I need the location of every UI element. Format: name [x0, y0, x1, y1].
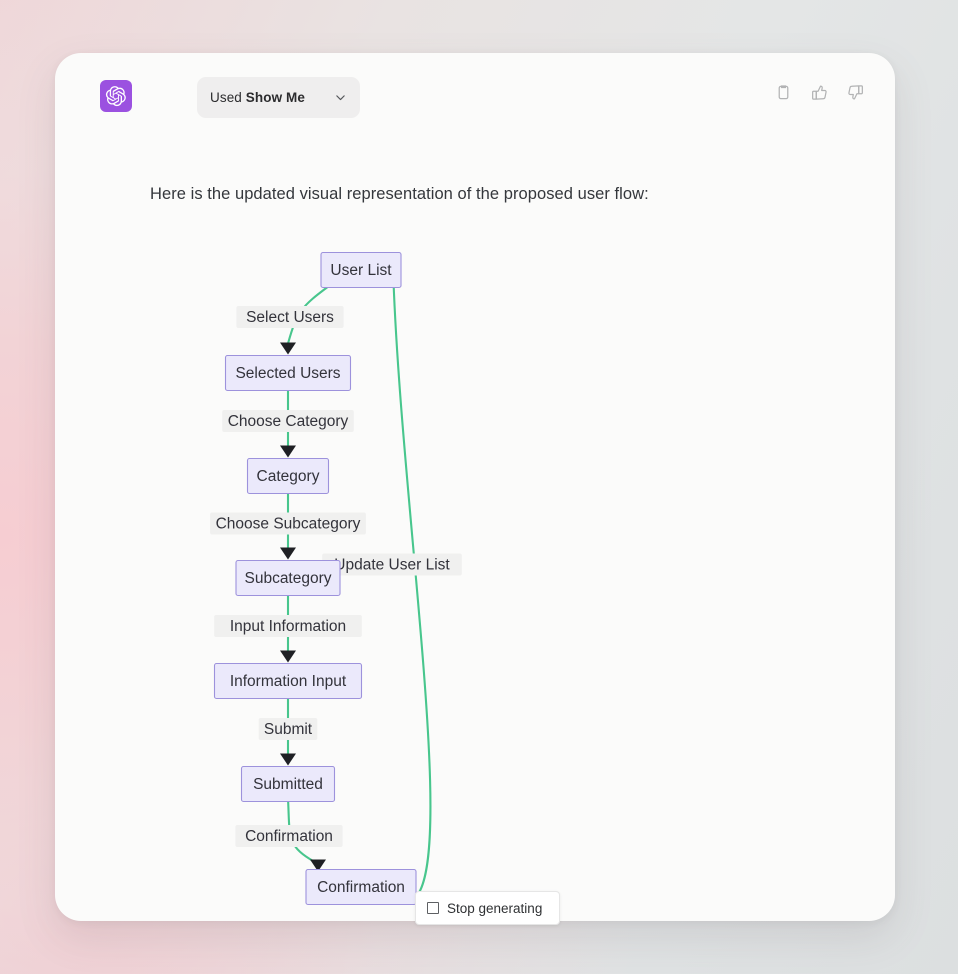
arrow-head-icon: [280, 445, 296, 458]
diagram-node[interactable]: Submitted: [240, 765, 336, 803]
arrow-head-icon: [280, 753, 296, 766]
node-label: User List: [330, 262, 392, 279]
edge-label: Confirmation: [245, 828, 333, 845]
node-label: Submitted: [253, 776, 323, 793]
edge-label: Update User List: [334, 557, 450, 574]
arrow-head-icon: [280, 342, 296, 355]
node-label: Information Input: [230, 673, 347, 690]
edge-label: Choose Subcategory: [216, 516, 361, 533]
thumbs-up-icon[interactable]: [810, 83, 829, 102]
chevron-down-icon[interactable]: [334, 91, 347, 104]
edge-label: Select Users: [246, 309, 334, 326]
tool-pill-label: Used Show Me: [210, 90, 305, 105]
node-label: Confirmation: [317, 879, 405, 896]
stop-square-icon: [427, 902, 439, 914]
diagram-node[interactable]: Subcategory: [235, 559, 341, 597]
stop-generating-label: Stop generating: [447, 900, 543, 916]
flow-diagram-svg: Select Users Choose Category Choose Subcat…: [210, 251, 462, 906]
arrow-head-icon: [280, 547, 296, 560]
diagram-node[interactable]: User List: [320, 251, 402, 289]
user-flow-diagram: Select Users Choose Category Choose Subcat…: [150, 193, 570, 921]
message-header: Used Show Me: [100, 77, 865, 123]
tool-used-pill[interactable]: Used Show Me: [197, 77, 360, 118]
thumbs-down-icon[interactable]: [846, 83, 865, 102]
node-label: Selected Users: [235, 365, 340, 382]
edge-label: Input Information: [230, 618, 346, 635]
message-action-buttons: [774, 83, 865, 102]
node-label: Subcategory: [244, 570, 331, 587]
diagram-node[interactable]: Confirmation: [305, 868, 417, 906]
flow-edge: [391, 266, 432, 902]
edge-label: Choose Category: [228, 413, 349, 430]
openai-logo-icon: [100, 80, 132, 112]
chat-message-card: Used Show Me Here is the updated visual …: [55, 53, 895, 921]
node-label: Category: [257, 468, 320, 485]
diagram-node[interactable]: Information Input: [213, 662, 363, 700]
diagram-node[interactable]: Selected Users: [224, 354, 352, 392]
stop-generating-button[interactable]: Stop generating: [415, 891, 560, 925]
edge-label: Submit: [264, 721, 313, 738]
copy-icon[interactable]: [774, 83, 793, 102]
arrow-head-icon: [280, 650, 296, 663]
diagram-node[interactable]: Category: [246, 457, 330, 495]
diagram-nodes: User List Selected Users Category Subcatego…: [213, 251, 417, 906]
